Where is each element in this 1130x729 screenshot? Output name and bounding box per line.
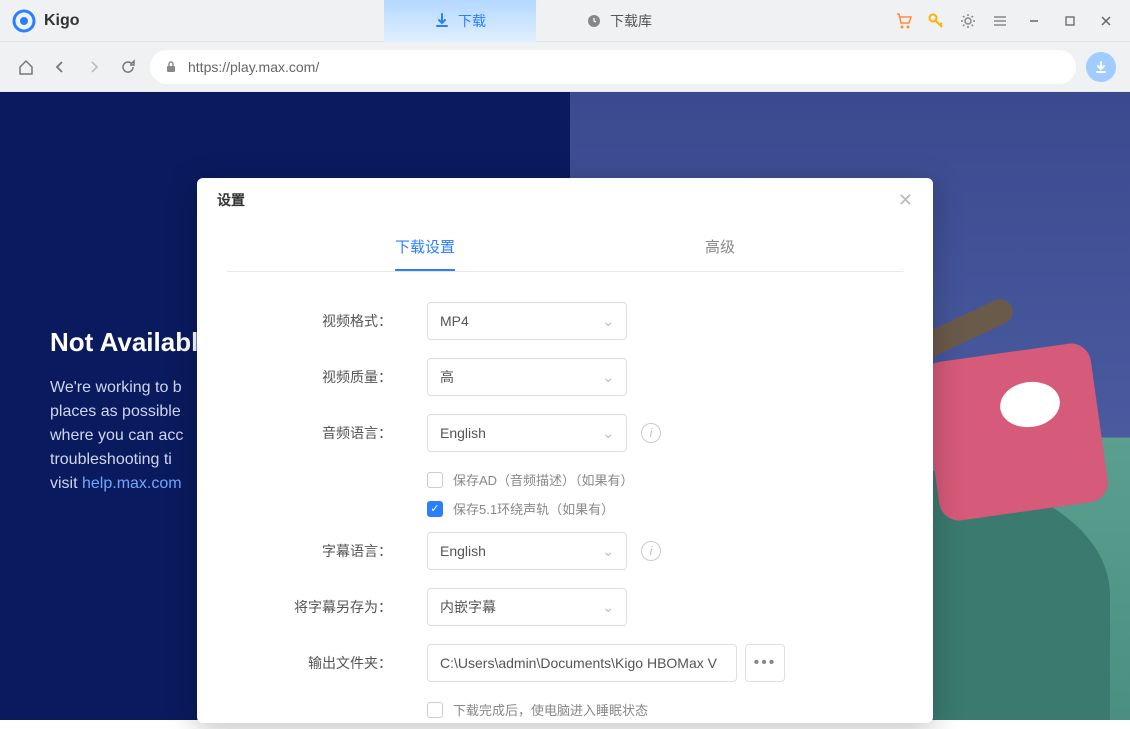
checkbox-unchecked[interactable] <box>427 472 443 488</box>
help-link[interactable]: help.max.com <box>82 475 182 492</box>
close-button[interactable] <box>1094 9 1118 33</box>
row-save-subtitle-as: 将字幕另存为： 内嵌字幕 ⌄ <box>252 588 873 626</box>
download-icon <box>434 13 450 29</box>
logo-area: Kigo <box>0 9 384 33</box>
chevron-down-icon: ⌄ <box>602 599 614 616</box>
modal-tabs: 下载设置 高级 <box>197 222 933 271</box>
audio-checkboxes: 保存AD（音频描述）（如果有） ✓ 保存5.1环绕声轨（如果有） <box>427 470 873 518</box>
checkbox-unchecked[interactable] <box>427 702 443 718</box>
select-audio-lang[interactable]: English ⌄ <box>427 414 627 452</box>
chevron-down-icon: ⌄ <box>602 313 614 330</box>
check-save-51[interactable]: ✓ 保存5.1环绕声轨（如果有） <box>427 499 873 518</box>
forward-button[interactable] <box>82 55 106 79</box>
check-save-ad[interactable]: 保存AD（音频描述）（如果有） <box>427 470 873 489</box>
browser-toolbar: https://play.max.com/ <box>0 42 1130 92</box>
back-button[interactable] <box>48 55 72 79</box>
browse-button[interactable]: ••• <box>745 644 785 682</box>
label-output-folder: 输出文件夹： <box>252 653 427 673</box>
info-icon[interactable]: i <box>641 541 661 561</box>
app-logo-icon <box>12 9 36 33</box>
checkbox-checked[interactable]: ✓ <box>427 501 443 517</box>
lock-icon <box>164 60 178 74</box>
key-icon[interactable] <box>926 11 946 31</box>
modal-tab-advanced[interactable]: 高级 <box>705 236 735 271</box>
url-text: https://play.max.com/ <box>188 59 319 75</box>
input-output-folder[interactable]: C:\Users\admin\Documents\Kigo HBOMax V <box>427 644 737 682</box>
info-icon[interactable]: i <box>641 423 661 443</box>
row-video-quality: 视频质量： 高 ⌄ <box>252 358 873 396</box>
select-video-quality[interactable]: 高 ⌄ <box>427 358 627 396</box>
select-video-format[interactable]: MP4 ⌄ <box>427 302 627 340</box>
modal-header: 设置 ✕ <box>197 178 933 222</box>
check-sleep-after[interactable]: 下载完成后，使电脑进入睡眠状态 <box>427 700 873 719</box>
row-audio-lang: 音频语言： English ⌄ i <box>252 414 873 452</box>
select-subtitle-lang[interactable]: English ⌄ <box>427 532 627 570</box>
modal-tab-download[interactable]: 下载设置 <box>395 236 455 271</box>
home-button[interactable] <box>14 55 38 79</box>
tab-download-label: 下载 <box>458 11 486 31</box>
select-save-subtitle-as[interactable]: 内嵌字幕 ⌄ <box>427 588 627 626</box>
modal-title: 设置 <box>217 190 245 210</box>
modal-body: 视频格式： MP4 ⌄ 视频质量： 高 ⌄ 音频语言： English ⌄ <box>197 272 933 729</box>
label-video-format: 视频格式： <box>252 311 427 331</box>
row-output-folder: 输出文件夹： C:\Users\admin\Documents\Kigo HBO… <box>252 644 873 682</box>
app-name: Kigo <box>44 12 80 30</box>
row-subtitle-lang: 字幕语言： English ⌄ i <box>252 532 873 570</box>
titlebar: Kigo 下载 下载库 <box>0 0 1130 42</box>
minimize-button[interactable] <box>1022 9 1046 33</box>
content-area: Not Available We're working to b places … <box>0 92 1130 720</box>
settings-modal: 设置 ✕ 下载设置 高级 视频格式： MP4 ⌄ 视频质量： 高 ⌄ <box>197 178 933 723</box>
url-bar[interactable]: https://play.max.com/ <box>150 50 1076 84</box>
hamburger-icon[interactable] <box>990 11 1010 31</box>
label-video-quality: 视频质量： <box>252 367 427 387</box>
tab-download[interactable]: 下载 <box>384 0 536 42</box>
label-subtitle-lang: 字幕语言： <box>252 541 427 561</box>
clock-icon <box>586 13 602 29</box>
label-audio-lang: 音频语言： <box>252 423 427 443</box>
download-indicator[interactable] <box>1086 52 1116 82</box>
label-save-subtitle-as: 将字幕另存为： <box>252 597 427 617</box>
tab-library[interactable]: 下载库 <box>536 0 702 42</box>
chevron-down-icon: ⌄ <box>602 543 614 560</box>
row-video-format: 视频格式： MP4 ⌄ <box>252 302 873 340</box>
titlebar-right <box>894 9 1130 33</box>
gear-icon[interactable] <box>958 11 978 31</box>
tab-library-label: 下载库 <box>610 11 652 31</box>
chevron-down-icon: ⌄ <box>602 369 614 386</box>
maximize-button[interactable] <box>1058 9 1082 33</box>
close-icon[interactable]: ✕ <box>898 190 913 211</box>
chevron-down-icon: ⌄ <box>602 425 614 442</box>
cart-icon[interactable] <box>894 11 914 31</box>
reload-button[interactable] <box>116 55 140 79</box>
